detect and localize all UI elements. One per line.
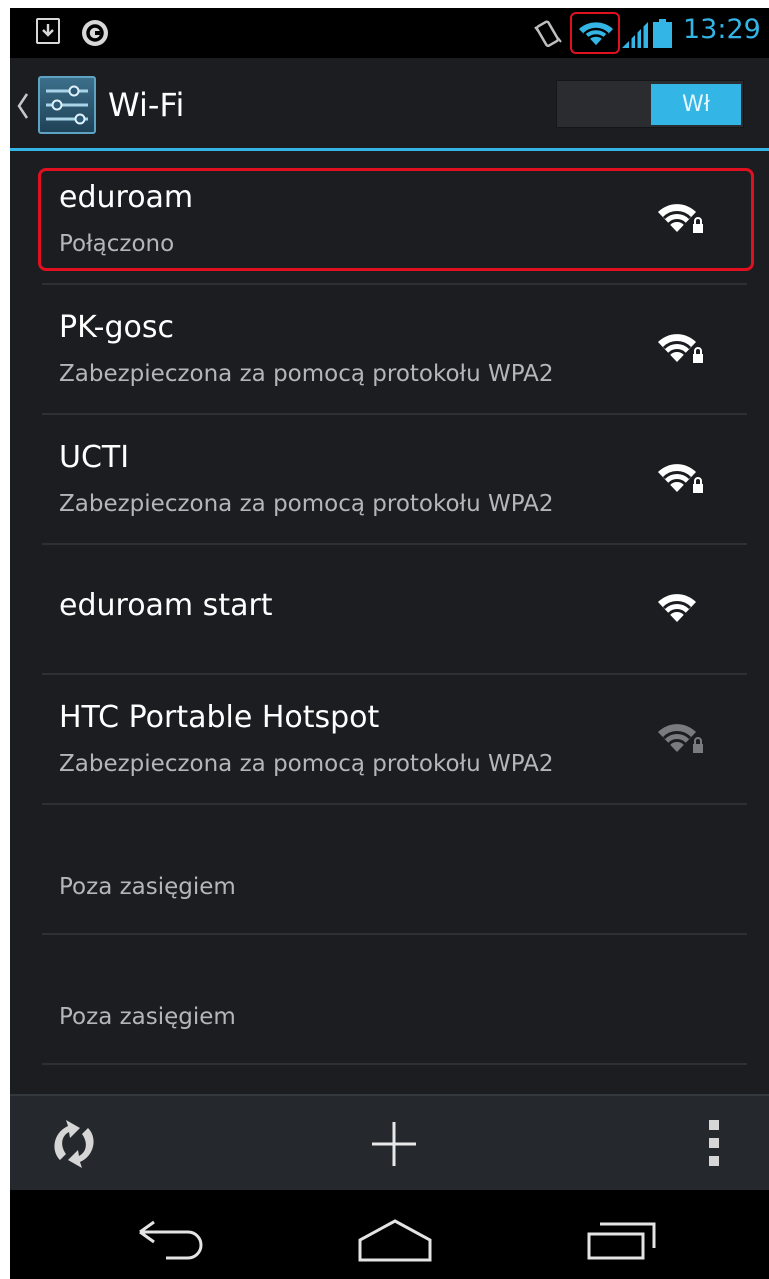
recents-icon[interactable] — [586, 1220, 658, 1264]
overflow-menu-icon[interactable] — [707, 1120, 721, 1170]
signal-icon — [620, 20, 650, 52]
network-row[interactable]: PK-gosc Zabezpieczona za pomocą protokołu… — [42, 284, 747, 414]
section-divider — [42, 1063, 747, 1065]
back-chevron-icon[interactable] — [16, 92, 30, 124]
out-of-range-label: Poza zasięgiem — [59, 874, 236, 900]
vibrate-icon — [532, 20, 564, 54]
toolbar-divider — [10, 1094, 769, 1096]
network-status: Zabezpieczona za pomocą protokołu WPA2 — [59, 751, 554, 777]
wifi-signal-lock-icon — [657, 331, 705, 369]
network-name: eduroam start — [59, 588, 273, 623]
network-status: Zabezpieczona za pomocą protokołu WPA2 — [59, 491, 554, 517]
action-bar-divider — [10, 148, 769, 151]
page-title: Wi-Fi — [108, 86, 185, 124]
scan-refresh-icon[interactable] — [46, 1116, 102, 1176]
settings-sliders-icon[interactable] — [38, 76, 96, 134]
wifi-icon — [578, 20, 614, 52]
wifi-signal-lock-icon — [657, 721, 705, 759]
battery-icon — [653, 19, 672, 48]
wifi-toggle[interactable]: Wł — [556, 80, 744, 128]
connected-network-highlight — [38, 168, 754, 271]
status-time: 13:29 — [683, 14, 761, 45]
phone-screen: 13:29 Wi-Fi Wł eduroam Połączono PK-gosc… — [10, 8, 769, 1279]
wifi-signal-lock-icon — [657, 461, 705, 499]
network-row[interactable]: eduroam start — [42, 544, 747, 674]
section-divider — [42, 933, 747, 935]
network-name: UCTI — [59, 440, 130, 475]
back-icon[interactable] — [136, 1220, 210, 1264]
network-name: PK-gosc — [59, 310, 174, 345]
wifi-signal-icon — [657, 591, 705, 629]
row-divider — [42, 803, 747, 805]
circle-app-icon — [80, 18, 110, 48]
toggle-on-label: Wł — [651, 84, 741, 125]
network-row[interactable]: HTC Portable Hotspot Zabezpieczona za pom… — [42, 674, 747, 804]
home-icon[interactable] — [356, 1218, 434, 1266]
out-of-range-label: Poza zasięgiem — [59, 1004, 236, 1030]
network-row[interactable]: UCTI Zabezpieczona za pomocą protokołu WP… — [42, 414, 747, 544]
network-name: HTC Portable Hotspot — [59, 700, 380, 735]
network-status: Zabezpieczona za pomocą protokołu WPA2 — [59, 361, 554, 387]
download-icon — [36, 18, 60, 44]
add-network-icon[interactable] — [368, 1118, 420, 1174]
